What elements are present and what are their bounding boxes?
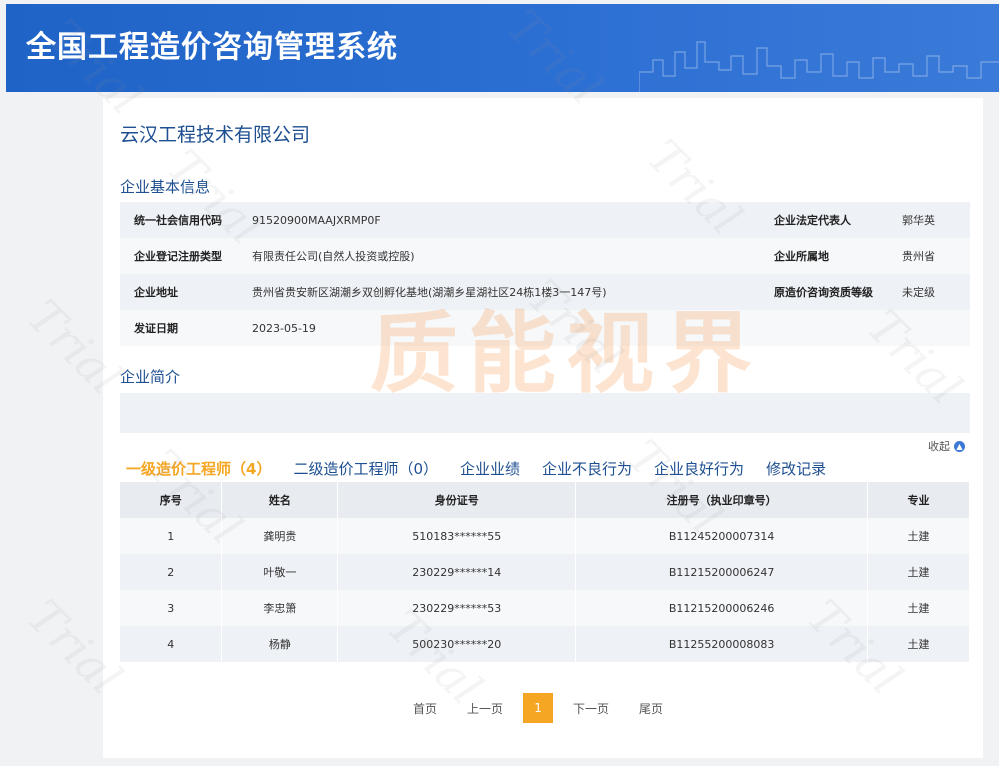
cell: 230229******53 (337, 590, 577, 626)
col-header: 注册号（执业印章号） (575, 482, 869, 518)
cell: 510183******55 (337, 518, 577, 554)
engineers-table: 序号 姓名 身份证号 注册号（执业印章号） 专业 1 龚明贵 510183***… (120, 482, 970, 662)
col-header: 序号 (120, 482, 223, 518)
cell: 土建 (867, 626, 970, 662)
cell: B11215200006246 (575, 590, 869, 626)
table-header-row: 序号 姓名 身份证号 注册号（执业印章号） 专业 (120, 482, 970, 518)
info-value: 郭华英 (902, 214, 935, 227)
info-value: 91520900MAAJXRMP0F (252, 213, 381, 227)
table-row: 2 叶敬一 230229******14 B11215200006247 土建 (120, 554, 970, 590)
col-header: 身份证号 (337, 482, 577, 518)
company-detail-card: 云汉工程技术有限公司 企业基本信息 统一社会信用代码 91520900MAAJX… (103, 98, 983, 758)
cell: 3 (120, 590, 223, 626)
cell: 土建 (867, 590, 970, 626)
tab-performance[interactable]: 企业业绩 (460, 458, 520, 479)
cell: 4 (120, 626, 223, 662)
basic-info-table: 统一社会信用代码 91520900MAAJXRMP0F 企业法定代表人 郭华英 … (120, 202, 970, 346)
prev-page-button[interactable]: 上一页 (467, 700, 503, 717)
current-page-button[interactable]: 1 (523, 693, 554, 723)
cell: 杨静 (221, 626, 339, 662)
city-skyline-icon (639, 41, 999, 92)
cell: 500230******20 (337, 626, 577, 662)
info-value: 贵州省贵安新区湖潮乡双创孵化基地(湖潮乡星湖社区24栋1楼3一147号) (252, 286, 607, 299)
tab-level2-engineers[interactable]: 二级造价工程师（0） (293, 458, 438, 479)
last-page-button[interactable]: 尾页 (639, 700, 663, 717)
tab-good-behavior[interactable]: 企业良好行为 (654, 458, 744, 479)
next-page-button[interactable]: 下一页 (573, 700, 609, 717)
info-value: 未定级 (902, 286, 935, 299)
info-value: 贵州省 (902, 250, 935, 263)
cell: 1 (120, 518, 223, 554)
tab-bad-behavior[interactable]: 企业不良行为 (542, 458, 632, 479)
basic-info-title: 企业基本信息 (120, 178, 211, 196)
info-label: 企业地址 (134, 286, 178, 299)
intro-content (120, 393, 970, 433)
col-header: 专业 (867, 482, 970, 518)
app-header: 全国工程造价咨询管理系统 (6, 4, 999, 92)
collapse-label: 收起 (928, 440, 950, 453)
info-row: 发证日期 2023-05-19 (120, 310, 970, 346)
table-row: 4 杨静 500230******20 B11255200008083 土建 (120, 626, 970, 662)
cell: 李忠箫 (221, 590, 339, 626)
cell: B11215200006247 (575, 554, 869, 590)
col-header: 姓名 (221, 482, 339, 518)
tab-bar: 一级造价工程师（4） 二级造价工程师（0） 企业业绩 企业不良行为 企业良好行为… (126, 458, 848, 479)
cell: B11255200008083 (575, 626, 869, 662)
cell: 230229******14 (337, 554, 577, 590)
table-row: 3 李忠箫 230229******53 B11215200006246 土建 (120, 590, 970, 626)
collapse-toggle[interactable]: 收起 ▲ (928, 438, 965, 454)
info-label: 原造价咨询资质等级 (774, 286, 873, 299)
first-page-button[interactable]: 首页 (413, 700, 437, 717)
info-label: 企业所属地 (774, 250, 829, 263)
info-row: 企业登记注册类型 有限责任公司(自然人投资或控股) 企业所属地 贵州省 (120, 238, 970, 274)
table-row: 1 龚明贵 510183******55 B11245200007314 土建 (120, 518, 970, 554)
cell: 龚明贵 (221, 518, 339, 554)
cell: 2 (120, 554, 223, 590)
tab-change-log[interactable]: 修改记录 (766, 458, 826, 479)
intro-title: 企业简介 (120, 368, 181, 386)
info-label: 企业法定代表人 (774, 214, 851, 227)
chevron-up-icon: ▲ (954, 440, 965, 452)
info-label: 发证日期 (134, 322, 178, 335)
cell: 叶敬一 (221, 554, 339, 590)
company-name: 云汉工程技术有限公司 (120, 124, 311, 146)
cell: B11245200007314 (575, 518, 869, 554)
pagination: 首页 上一页 1 下一页 尾页 (413, 693, 693, 723)
cell: 土建 (867, 554, 970, 590)
tab-level1-engineers[interactable]: 一级造价工程师（4） (126, 458, 271, 479)
info-row: 统一社会信用代码 91520900MAAJXRMP0F 企业法定代表人 郭华英 (120, 202, 970, 238)
app-title: 全国工程造价咨询管理系统 (26, 30, 398, 65)
info-label: 统一社会信用代码 (134, 214, 222, 227)
info-value: 2023-05-19 (252, 321, 316, 335)
cell: 土建 (867, 518, 970, 554)
info-row: 企业地址 贵州省贵安新区湖潮乡双创孵化基地(湖潮乡星湖社区24栋1楼3一147号… (120, 274, 970, 310)
info-label: 企业登记注册类型 (134, 250, 222, 263)
info-value: 有限责任公司(自然人投资或控股) (252, 250, 415, 263)
